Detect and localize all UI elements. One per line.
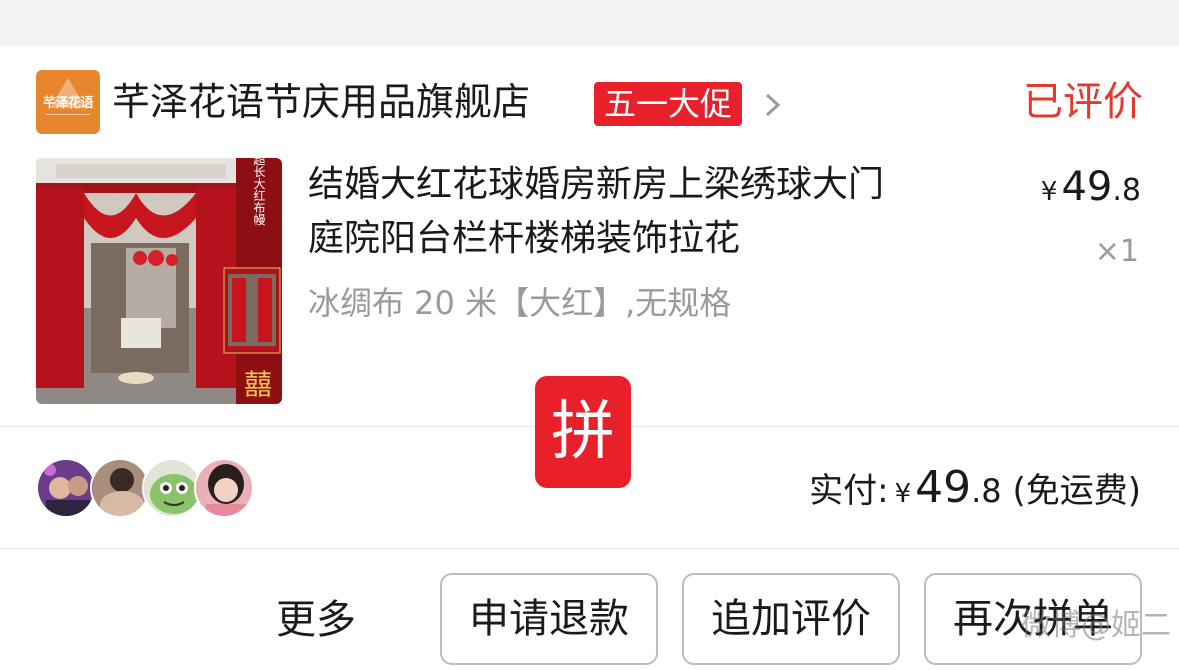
product-title-line1: 结婚大红花球婚房新房上梁绣球大门: [308, 164, 885, 205]
product-title[interactable]: 结婚大红花球婚房新房上梁绣球大门 庭院阳台栏杆楼梯装饰拉花: [308, 158, 1008, 266]
paid-label: 实付:: [809, 471, 889, 511]
add-review-button[interactable]: 追加评价: [682, 573, 900, 665]
refund-button[interactable]: 申请退款: [440, 573, 658, 665]
watermark: 微博@姬二: [1021, 608, 1171, 643]
shop-logo[interactable]: 芊泽花语: [36, 70, 100, 134]
product-thumbnail[interactable]: 20米超长大红布幔 囍: [36, 158, 282, 404]
order-card: 芊泽花语 芊泽花语节庆用品旗舰店 五一大促 已评价 20米超长大红布幔 囍 结婚…: [0, 46, 1179, 670]
group-buy-badge: 拼: [535, 376, 631, 488]
avatar: [90, 458, 150, 518]
paid-note: (免运费): [1012, 471, 1141, 511]
product-spec: 冰绸布 20 米【大红】,无规格: [308, 284, 732, 322]
paid-amount-int: 49: [915, 462, 972, 513]
more-button[interactable]: 更多: [276, 594, 356, 646]
avatar: [36, 458, 96, 518]
paid-symbol: ¥: [894, 479, 912, 509]
thumb-vertical-text: 20米超长大红布幔: [252, 158, 266, 226]
divider: [0, 548, 1179, 549]
group-avatars[interactable]: [36, 458, 276, 518]
avatar: [194, 458, 254, 518]
price-dec: .8: [1112, 173, 1141, 208]
paid-amount-dec: .8: [971, 472, 1002, 510]
price-int: 49: [1061, 164, 1113, 210]
chevron-right-icon[interactable]: [760, 90, 786, 120]
product-title-line2: 庭院阳台栏杆楼梯装饰拉花: [308, 218, 741, 259]
order-status: 已评价: [1023, 79, 1143, 125]
promo-badge[interactable]: 五一大促: [594, 82, 743, 126]
shop-name[interactable]: 芊泽花语节庆用品旗舰店: [112, 76, 530, 128]
paid-total: 实付: ¥49.8 (免运费): [809, 460, 1141, 522]
quantity: ×1: [1094, 234, 1139, 269]
shop-logo-text: 芊泽花语: [42, 96, 94, 111]
unit-price: ¥49.8: [1041, 164, 1141, 210]
avatar: [142, 458, 202, 518]
logo-line: [46, 114, 90, 115]
thumb-xi-char: 囍: [244, 368, 272, 401]
price-symbol: ¥: [1040, 177, 1058, 207]
